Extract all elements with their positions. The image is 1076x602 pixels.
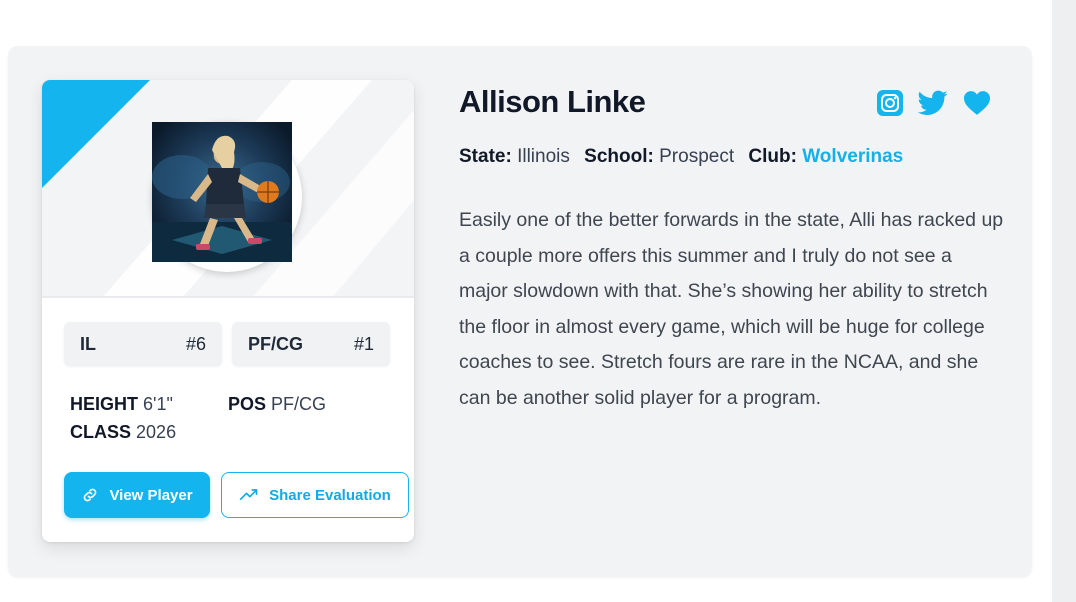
social-links [876,89,992,117]
trending-up-icon [239,489,258,500]
school-label: School: [584,146,654,167]
tag-rank: #6 [185,333,206,354]
heart-icon[interactable] [962,90,992,116]
ranking-tags: IL #6 PF/CG #1 [64,322,390,366]
tag-code: PF/CG [248,333,304,354]
height-label: HEIGHT [70,394,139,414]
position-stat: POS PF/CG [228,390,386,418]
share-evaluation-button[interactable]: Share Evaluation [221,472,409,518]
height-stat: HEIGHT 6'1" [70,390,228,418]
class-label: CLASS [70,422,132,442]
player-card: IL #6 PF/CG #1 HEIGHT 6'1" POS PF/CG CLA… [42,80,414,542]
link-icon [84,488,97,502]
instagram-icon[interactable] [876,89,904,117]
share-evaluation-label: Share Evaluation [269,486,391,504]
player-avatar [152,122,302,272]
position-rank-tag: PF/CG #1 [232,322,390,366]
page-scroll-rail [1052,0,1076,602]
class-stat: CLASS 2026 [70,418,228,446]
view-player-button[interactable]: View Player [64,472,210,518]
school-value: Prospect [659,146,735,167]
player-photo [152,122,292,262]
state-value: Illinois [517,146,570,167]
class-value: 2026 [136,422,177,442]
evaluation-text: Easily one of the better forwards in the… [459,209,1004,409]
player-stats: HEIGHT 6'1" POS PF/CG CLASS 2026 [70,390,386,446]
twitter-icon[interactable] [918,90,948,116]
tag-code: IL [80,333,96,354]
tag-rank: #1 [353,333,374,354]
club-label: Club: [748,146,797,167]
player-name: Allison Linke [459,84,646,119]
state-rank-tag: IL #6 [64,322,222,366]
card-header-art [42,80,414,298]
height-value: 6'1" [143,394,173,414]
player-meta: State: Illinois School: Prospect Club: W… [459,146,903,168]
club-link[interactable]: Wolverinas [802,146,903,167]
state-label: State: [459,146,512,167]
pos-value: PF/CG [271,394,327,414]
view-player-label: View Player [109,486,193,504]
pos-label: POS [228,394,267,414]
